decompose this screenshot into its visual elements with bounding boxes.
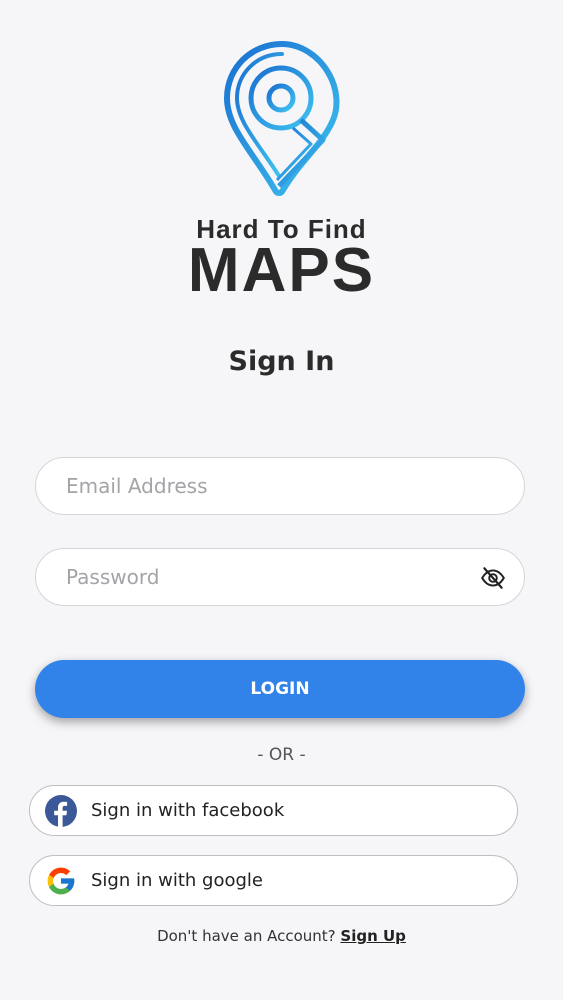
eye-off-icon[interactable]	[480, 565, 506, 591]
password-field-container	[35, 548, 525, 606]
or-divider: - OR -	[257, 745, 306, 765]
facebook-icon	[45, 794, 77, 827]
page-title: Sign In	[228, 346, 335, 377]
sign-in-screen: Hard To Find MAPS Sign In LOGIN - OR - S…	[0, 0, 563, 1000]
login-button[interactable]: LOGIN	[35, 660, 525, 718]
password-input[interactable]	[36, 549, 466, 605]
sign-in-facebook-button[interactable]: Sign in with facebook	[29, 785, 518, 836]
signup-prompt-text: Don't have an Account?	[157, 927, 341, 945]
email-field-container	[35, 457, 525, 515]
google-button-label: Sign in with google	[91, 870, 263, 891]
sign-in-google-button[interactable]: Sign in with google	[29, 855, 518, 906]
signup-prompt: Don't have an Account? Sign Up	[0, 927, 563, 945]
facebook-button-label: Sign in with facebook	[91, 800, 285, 821]
brand-name-line2: MAPS	[187, 236, 376, 305]
sign-up-link[interactable]: Sign Up	[340, 927, 406, 945]
app-logo: Hard To Find MAPS	[0, 40, 563, 305]
email-input[interactable]	[36, 458, 466, 514]
google-icon	[47, 867, 75, 894]
map-pin-logo-icon	[223, 41, 339, 196]
